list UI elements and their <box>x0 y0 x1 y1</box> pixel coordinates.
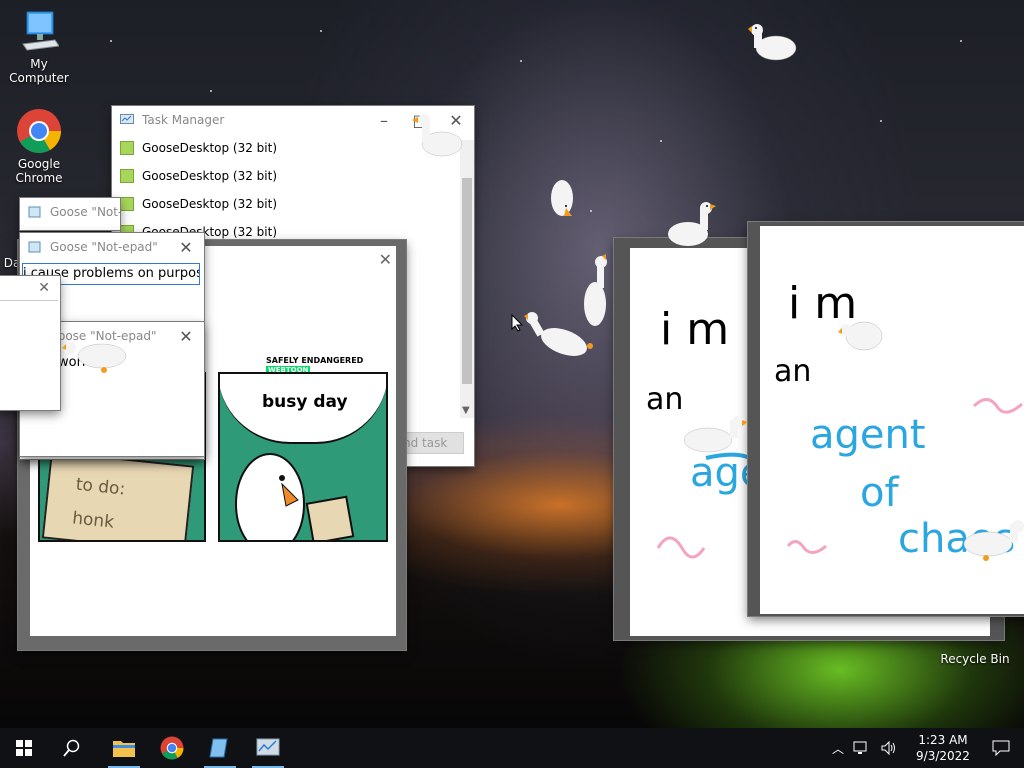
volume-icon[interactable] <box>880 740 898 756</box>
process-name: GooseDesktop (32 bit) <box>142 141 278 155</box>
goose-app-icon <box>120 169 134 183</box>
desktop-icon-label: Recycle Bin <box>940 652 1010 666</box>
chrome-icon <box>17 109 61 153</box>
process-name: GooseDesktop (32 bit) <box>142 169 278 183</box>
minimize-button[interactable]: – <box>366 111 402 130</box>
process-row[interactable]: GooseDesktop (32 bit) <box>112 162 460 190</box>
taskbar-task-manager[interactable] <box>244 728 292 768</box>
task-manager-icon <box>256 738 280 756</box>
notepad-window-back[interactable]: Goose "Not-e <box>20 198 120 230</box>
start-button[interactable] <box>0 728 48 768</box>
notepad-icon <box>28 241 41 253</box>
notepad-icon <box>209 738 228 758</box>
goose-sprite[interactable] <box>664 200 722 260</box>
comic-panel-2: busy day <box>218 372 388 542</box>
partial-window[interactable]: ✕ <box>0 276 60 410</box>
mouse-cursor-icon <box>511 314 523 332</box>
goose-sprite[interactable] <box>740 20 798 72</box>
desktop-icon-label: Google Chrome <box>15 157 63 185</box>
process-name: GooseDesktop (32 bit) <box>142 197 278 211</box>
search-button[interactable] <box>48 728 96 768</box>
system-clock[interactable]: 1:23 AM 9/3/2022 <box>908 732 978 764</box>
close-button[interactable]: ✕ <box>168 327 204 346</box>
notepad-icon <box>28 206 41 218</box>
goose-sprite[interactable] <box>680 414 750 464</box>
taskbar: ︿ 1:23 AM 9/3/2022 <box>0 728 1024 768</box>
window-title: Task Manager <box>142 113 225 127</box>
scroll-down-arrow-icon[interactable]: ▼ <box>462 405 470 416</box>
scroll-thumb[interactable] <box>462 178 472 384</box>
windows-start-icon <box>16 740 32 756</box>
goose-sprite[interactable] <box>836 314 886 358</box>
process-row[interactable]: GooseDesktop (32 bit) <box>112 134 460 162</box>
process-list: GooseDesktop (32 bit) GooseDesktop (32 b… <box>112 134 460 246</box>
goose-sprite[interactable] <box>520 308 596 364</box>
close-icon[interactable]: ✕ <box>38 280 50 296</box>
goose-app-icon <box>120 197 134 211</box>
goose-sprite[interactable] <box>60 336 130 380</box>
task-manager-icon <box>120 114 134 124</box>
goose-sprite[interactable] <box>960 520 1024 566</box>
notepad-titlebar[interactable]: Goose "Not-epad" ✕ <box>20 233 204 261</box>
close-icon[interactable]: ✕ <box>379 250 392 269</box>
process-row[interactable]: GooseDesktop (32 bit) <box>112 190 460 218</box>
clock-date: 9/3/2022 <box>916 749 970 763</box>
drawing-text-line: i m <box>660 304 730 355</box>
search-icon <box>63 739 80 757</box>
scrollbar[interactable]: ▼ <box>460 140 474 418</box>
goose-holding-paper-icon <box>235 453 355 540</box>
drawing-text-line: an <box>646 382 684 417</box>
network-icon[interactable] <box>852 740 870 756</box>
goose-sprite[interactable] <box>546 178 582 224</box>
drawing-text-line: of <box>860 470 899 516</box>
clock-time: 1:23 AM <box>918 733 968 747</box>
badge-title: SAFELY ENDANGERED <box>266 356 364 365</box>
taskbar-notepad[interactable] <box>196 728 244 768</box>
notepad-titlebar[interactable]: Goose "Not-e <box>20 198 120 226</box>
panel-text: busy day <box>262 392 348 412</box>
desktop-icon-my-computer[interactable]: My Computer <box>1 10 77 85</box>
panel-text: to do: honk <box>71 474 127 533</box>
window-title: Goose "Not-e <box>50 205 120 219</box>
desktop-icon-google-chrome[interactable]: Google Chrome <box>1 108 77 185</box>
goose-sprite[interactable] <box>410 112 466 170</box>
drawing-text-line: agent <box>810 412 926 458</box>
file-explorer-icon <box>113 741 135 757</box>
chrome-icon <box>160 736 184 760</box>
show-hidden-icons-chevron-icon[interactable]: ︿ <box>828 740 848 757</box>
notification-icon <box>992 740 1010 756</box>
window-title: Goose "Not-epad" <box>50 240 158 254</box>
end-task-label: nd task <box>403 436 448 450</box>
drawing-text-line: an <box>774 354 812 389</box>
notifications-button[interactable] <box>978 740 1024 756</box>
taskbar-chrome[interactable] <box>148 728 196 768</box>
taskbar-file-explorer[interactable] <box>100 728 148 768</box>
goose-app-icon <box>120 141 134 155</box>
computer-icon <box>22 11 60 51</box>
desktop-icon-label: My Computer <box>9 57 69 85</box>
close-button[interactable]: ✕ <box>168 238 204 257</box>
